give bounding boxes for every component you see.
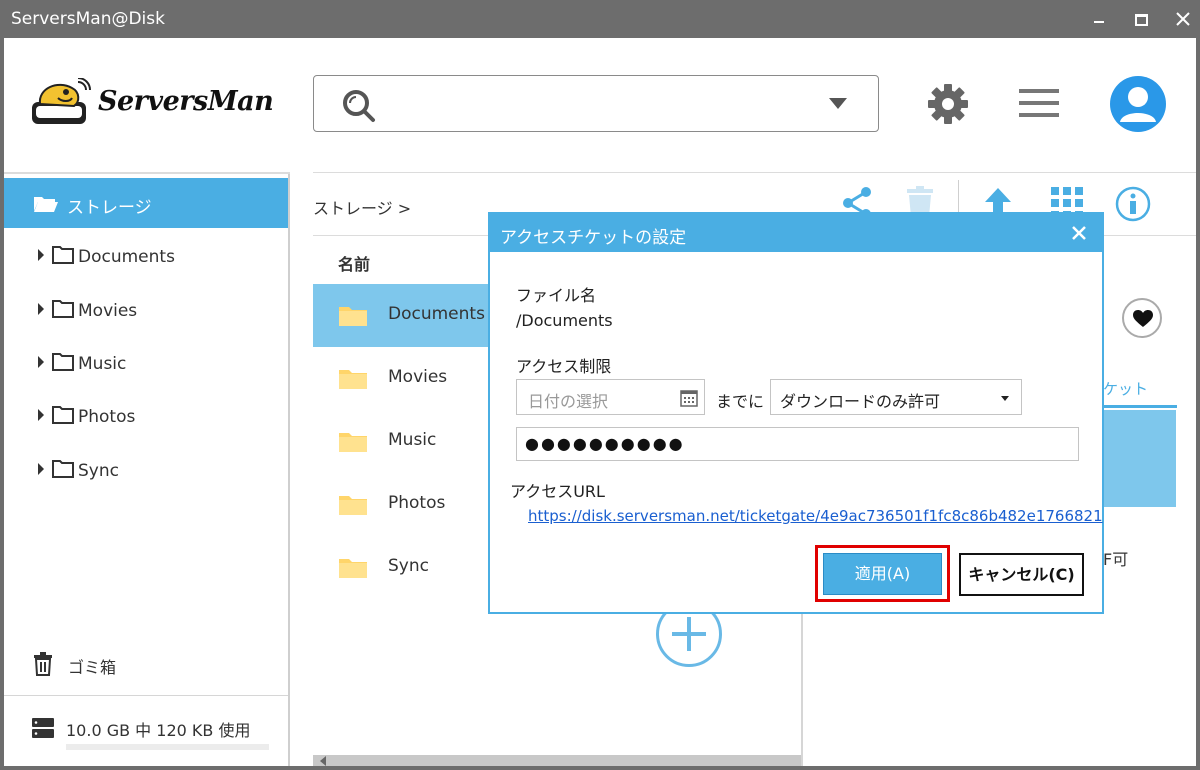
folder-icon bbox=[52, 246, 74, 264]
permission-select[interactable]: ダウンロードのみ許可 bbox=[770, 379, 1022, 415]
date-picker-field[interactable]: 日付の選択 bbox=[516, 379, 705, 415]
folder-icon bbox=[52, 353, 74, 371]
file-name: Music bbox=[388, 430, 437, 450]
sidebar-item-trash[interactable]: ゴミ箱 bbox=[33, 652, 116, 680]
file-name: Sync bbox=[388, 556, 429, 576]
tab-access-ticket[interactable]: ケット bbox=[1103, 378, 1148, 399]
toolbar-top-divider bbox=[313, 172, 1196, 173]
file-name-value: /Documents bbox=[516, 311, 613, 330]
password-field[interactable]: ●●●●●●●●●● bbox=[516, 427, 1079, 461]
date-placeholder: 日付の選択 bbox=[528, 392, 609, 411]
access-url-link[interactable]: https://disk.serversman.net/ticketgate/4… bbox=[528, 507, 1103, 525]
ticket-list-selected[interactable] bbox=[1103, 410, 1176, 507]
expand-arrow-icon[interactable] bbox=[38, 409, 44, 421]
user-avatar-icon[interactable] bbox=[1110, 76, 1166, 132]
file-row-music[interactable]: Music bbox=[313, 410, 488, 473]
dialog-title: アクセスチケットの設定 bbox=[500, 228, 687, 248]
sidebar-item-documents[interactable]: Documents bbox=[4, 236, 288, 276]
expand-arrow-icon[interactable] bbox=[38, 463, 44, 475]
menu-icon[interactable] bbox=[1019, 87, 1059, 119]
info-icon[interactable] bbox=[1115, 186, 1151, 222]
file-row-sync[interactable]: Sync bbox=[313, 536, 488, 599]
sidebar-item-photos[interactable]: Photos bbox=[4, 396, 288, 436]
expand-arrow-icon[interactable] bbox=[38, 303, 44, 315]
access-url-label: アクセスURL bbox=[510, 482, 605, 501]
permission-select-value: ダウンロードのみ許可 bbox=[780, 392, 941, 411]
sidebar-item-label: ストレージ bbox=[67, 198, 152, 218]
heart-icon bbox=[1133, 310, 1153, 327]
access-limit-label: アクセス制限 bbox=[516, 357, 612, 376]
window-frame-right bbox=[1196, 38, 1200, 770]
access-ticket-dialog: アクセスチケットの設定 ファイル名 /Documents アクセス制限 日付の選… bbox=[488, 212, 1104, 614]
dialog-close-icon[interactable] bbox=[1072, 226, 1086, 240]
dialog-header: アクセスチケットの設定 bbox=[490, 214, 1102, 252]
sidebar-item-label: Music bbox=[78, 354, 127, 374]
file-name: Movies bbox=[388, 367, 448, 387]
minimize-icon[interactable] bbox=[1091, 9, 1111, 29]
sidebar-item-label: Photos bbox=[78, 407, 136, 427]
sidebar-item-music[interactable]: Music bbox=[4, 343, 288, 383]
folder-icon bbox=[339, 559, 367, 578]
trash-label: ゴミ箱 bbox=[68, 658, 117, 677]
window-title: ServersMan@Disk bbox=[11, 9, 165, 29]
expand-arrow-icon[interactable] bbox=[38, 356, 44, 368]
logo-mascot-icon bbox=[32, 77, 91, 124]
sidebar-item-storage[interactable]: ストレージ bbox=[4, 178, 288, 228]
file-name: Photos bbox=[388, 493, 446, 513]
storage-usage-text: 10.0 GB 中 120 KB 使用 bbox=[66, 721, 251, 740]
pane-divider bbox=[801, 612, 803, 766]
horizontal-scrollbar[interactable] bbox=[313, 755, 801, 766]
ticket-permission-text: F可 bbox=[1103, 550, 1129, 569]
sidebar-item-label: Documents bbox=[78, 247, 175, 267]
folder-icon bbox=[339, 307, 367, 326]
sidebar: ストレージ Documents Movies Music Photos Sync… bbox=[4, 174, 290, 766]
storage-usage: 10.0 GB 中 120 KB 使用 bbox=[32, 718, 250, 742]
folder-icon bbox=[52, 300, 74, 318]
file-name: Documents bbox=[388, 304, 485, 324]
folder-open-icon bbox=[34, 197, 58, 212]
until-label: までに bbox=[716, 392, 765, 411]
breadcrumb[interactable]: ストレージ > bbox=[313, 195, 411, 219]
sidebar-item-sync[interactable]: Sync bbox=[4, 450, 288, 490]
chevron-down-icon bbox=[1001, 396, 1009, 401]
search-icon bbox=[343, 90, 375, 122]
favorite-button[interactable] bbox=[1122, 298, 1162, 338]
tab-underline bbox=[1103, 405, 1177, 408]
folder-icon bbox=[339, 370, 367, 389]
search-dropdown-icon[interactable] bbox=[829, 98, 847, 109]
trash-icon bbox=[34, 652, 52, 676]
folder-icon bbox=[52, 460, 74, 478]
sidebar-item-label: Sync bbox=[78, 461, 119, 481]
file-row-movies[interactable]: Movies bbox=[313, 347, 488, 410]
close-icon[interactable] bbox=[1174, 9, 1194, 29]
window-frame-bottom bbox=[0, 766, 1200, 770]
search-input[interactable] bbox=[313, 75, 879, 132]
sidebar-item-movies[interactable]: Movies bbox=[4, 290, 288, 330]
folder-icon bbox=[52, 406, 74, 424]
logo-text: ServersMan bbox=[98, 86, 274, 117]
file-row-photos[interactable]: Photos bbox=[313, 473, 488, 536]
folder-icon bbox=[339, 496, 367, 515]
expand-arrow-icon[interactable] bbox=[38, 249, 44, 261]
gear-icon[interactable] bbox=[928, 84, 968, 124]
file-name-label: ファイル名 bbox=[516, 286, 597, 305]
calendar-icon[interactable] bbox=[680, 389, 698, 407]
cancel-button[interactable]: キャンセル(C) bbox=[959, 553, 1084, 596]
sidebar-item-label: Movies bbox=[78, 301, 138, 321]
sidebar-divider bbox=[4, 695, 288, 696]
app-logo: ServersMan bbox=[28, 77, 288, 130]
apply-button[interactable]: 適用(A) bbox=[823, 553, 942, 595]
maximize-icon[interactable] bbox=[1132, 9, 1152, 29]
column-header-name[interactable]: 名前 bbox=[338, 251, 370, 275]
storage-usage-bar bbox=[66, 744, 269, 750]
scroll-left-arrow-icon[interactable] bbox=[320, 756, 326, 766]
server-icon bbox=[32, 718, 54, 738]
folder-icon bbox=[339, 433, 367, 452]
password-value: ●●●●●●●●●● bbox=[525, 434, 685, 453]
file-row-documents[interactable]: Documents bbox=[313, 284, 488, 347]
window-titlebar: ServersMan@Disk bbox=[0, 0, 1200, 38]
